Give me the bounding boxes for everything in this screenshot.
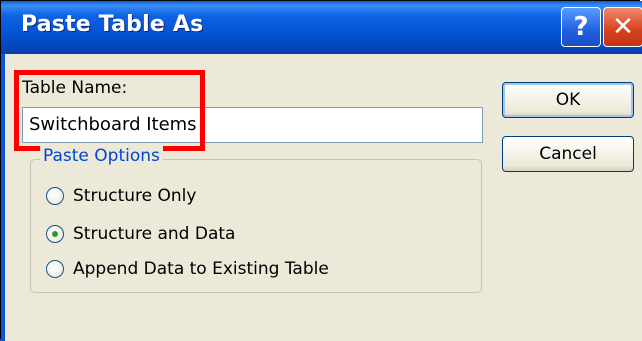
paste-options-label: Paste Options <box>40 146 163 166</box>
cancel-button[interactable]: Cancel <box>502 136 634 172</box>
radio-label: Structure Only <box>73 186 197 206</box>
radio-button-icon[interactable] <box>46 260 64 278</box>
radio-button-icon[interactable] <box>46 187 64 205</box>
paste-table-as-dialog: Paste Table As ? ✕ Table Name: Switchboa… <box>0 0 642 341</box>
radio-label: Append Data to Existing Table <box>73 259 329 279</box>
radio-structure-only[interactable]: Structure Only <box>46 186 196 206</box>
radio-structure-and-data[interactable]: Structure and Data <box>46 224 235 244</box>
highlight-annotation-box <box>14 70 205 151</box>
ok-button[interactable]: OK <box>502 82 634 118</box>
radio-label: Structure and Data <box>73 224 236 244</box>
radio-append-data[interactable]: Append Data to Existing Table <box>46 259 329 279</box>
radio-button-selected-icon[interactable] <box>46 225 64 243</box>
